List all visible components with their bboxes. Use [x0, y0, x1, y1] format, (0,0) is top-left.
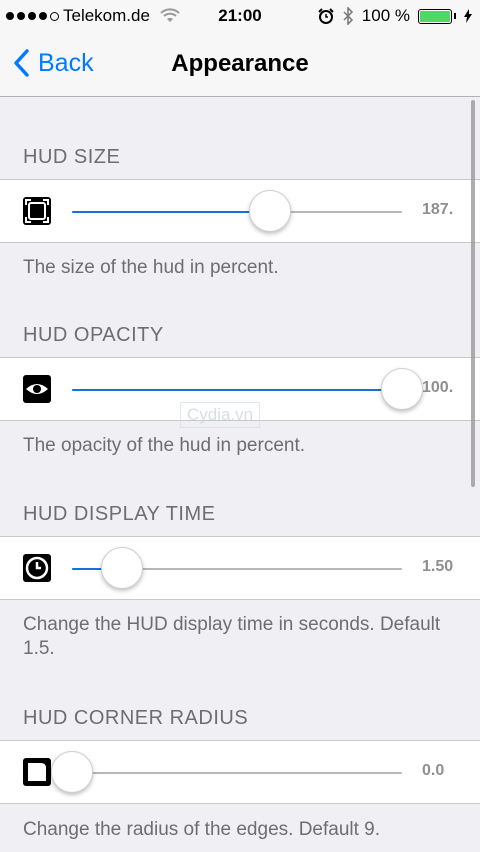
charging-bolt-icon: [464, 9, 472, 23]
hud-display-time-slider[interactable]: [72, 547, 402, 589]
hud-display-time-value: 1.50: [422, 558, 454, 575]
section-header-hud-opacity: HUD OPACITY: [23, 324, 164, 346]
section-header-hud-display-time: HUD DISPLAY TIME: [23, 503, 216, 525]
setting-row-hud-display-time: 1.50: [0, 536, 480, 600]
hud-opacity-value: 100.: [422, 379, 454, 396]
setting-row-hud-size: 187.: [0, 179, 480, 243]
alarm-icon: [318, 8, 334, 24]
hud-corner-radius-value: 0.0: [422, 762, 445, 779]
navigation-bar: Back Appearance: [0, 32, 480, 97]
bluetooth-icon: [343, 7, 353, 25]
hud-size-value: 187.: [422, 201, 454, 218]
section-footer-hud-size: The size of the hud in percent.: [23, 257, 279, 278]
corner-radius-icon: [23, 758, 51, 786]
eye-icon: [23, 375, 51, 403]
resize-frame-icon: [23, 197, 51, 225]
status-right: 100 %: [318, 6, 472, 26]
section-footer-hud-display-time: Change the HUD display time in seconds. …: [23, 614, 441, 659]
slider-fill: [72, 389, 402, 391]
slider-thumb[interactable]: [101, 547, 144, 589]
setting-row-hud-corner-radius: 0.0: [0, 740, 480, 804]
slider-fill: [72, 211, 270, 213]
slider-thumb[interactable]: [381, 368, 423, 410]
section-header-hud-corner-radius: HUD CORNER RADIUS: [23, 707, 249, 729]
slider-thumb[interactable]: [51, 751, 93, 793]
battery-icon: [418, 8, 456, 24]
clock-icon: [23, 554, 51, 582]
page-title: Appearance: [171, 50, 309, 77]
status-bar: Telekom.de 21:00 100 %: [0, 0, 480, 32]
battery-percent: 100 %: [361, 6, 410, 25]
hud-opacity-slider[interactable]: [72, 368, 423, 410]
slider-thumb[interactable]: [249, 190, 291, 232]
section-header-hud-size: HUD SIZE: [23, 146, 121, 168]
vertical-scrollbar[interactable]: [471, 100, 475, 487]
watermark: Cydia.vn: [180, 402, 261, 428]
section-footer-hud-opacity: The opacity of the hud in percent.: [23, 435, 306, 456]
hud-corner-radius-slider[interactable]: [51, 751, 402, 793]
section-footer-hud-corner-radius: Change the radius of the edges. Default …: [23, 819, 381, 840]
hud-size-slider[interactable]: [72, 190, 402, 232]
